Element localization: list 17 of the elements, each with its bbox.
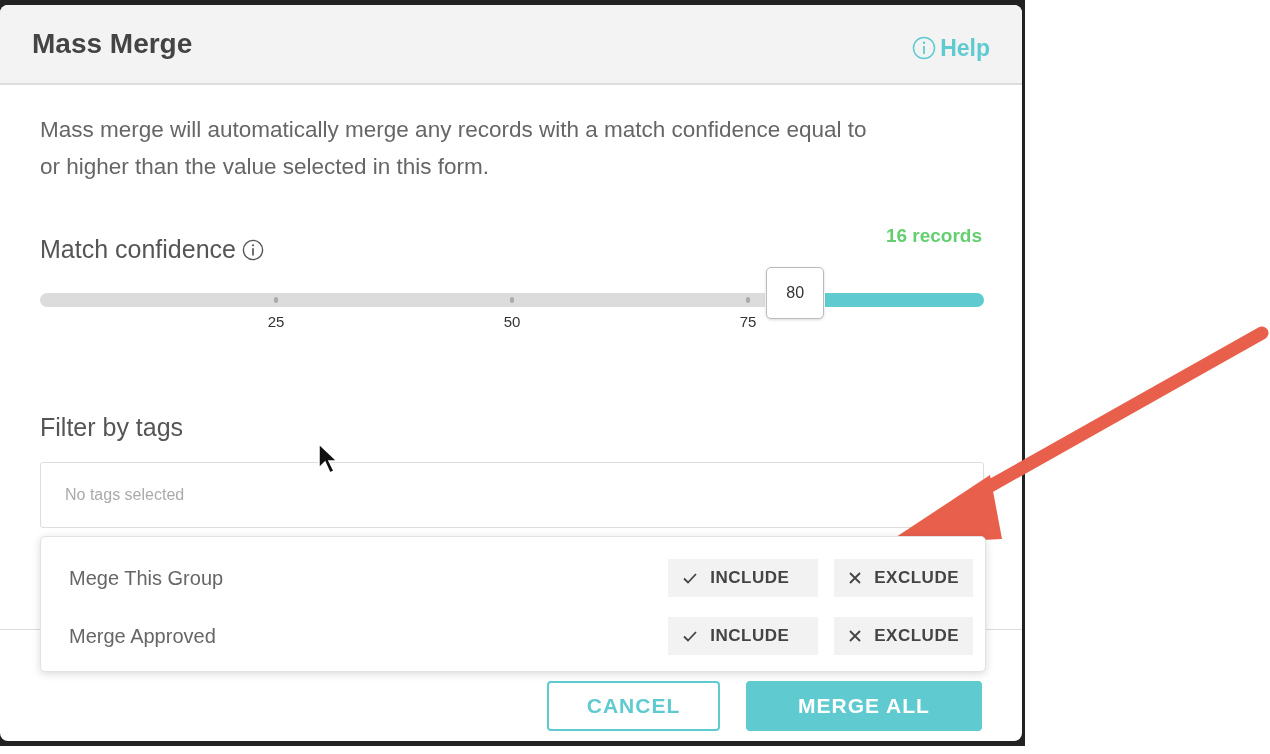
close-icon xyxy=(848,571,863,585)
cursor-icon xyxy=(318,443,338,475)
section-label: Filter by tags xyxy=(40,413,185,442)
dialog-title: Mass Merge xyxy=(32,28,193,60)
description-text: Mass merge will automatically merge any records with a match confidence equal to or higher than the value selected in this form. xyxy=(40,116,868,181)
tag-option[interactable]: Mege This Group xyxy=(69,566,653,590)
close-icon xyxy=(848,629,863,643)
info-icon xyxy=(912,36,937,60)
section-label: Match confidence xyxy=(40,235,236,264)
tag-option[interactable]: Merge Approved xyxy=(69,624,653,648)
info-icon xyxy=(241,238,264,261)
exclude-button[interactable]: EXCLUDE xyxy=(834,559,973,597)
exclude-button[interactable]: EXCLUDE xyxy=(834,617,973,655)
include-button[interactable]: INCLUDE xyxy=(668,559,819,597)
include-button[interactable]: INCLUDE xyxy=(668,617,819,655)
records-count: 16 records xyxy=(885,225,982,247)
tags-field[interactable]: No tags selected xyxy=(40,462,984,528)
